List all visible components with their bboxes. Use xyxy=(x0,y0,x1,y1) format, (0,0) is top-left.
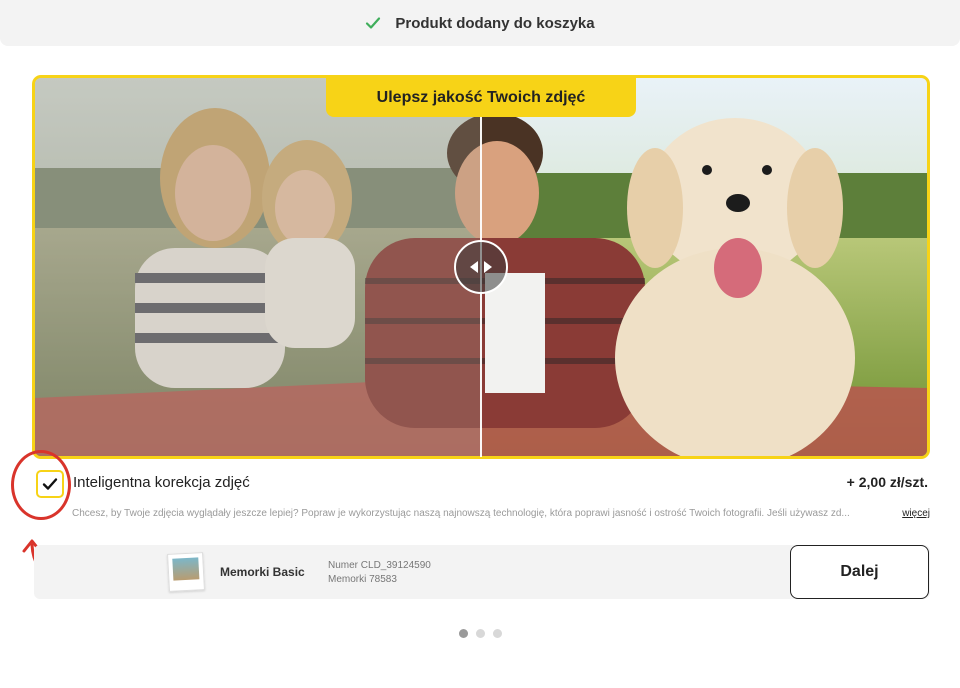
pagination-dot-3[interactable] xyxy=(493,629,502,638)
checkmark-icon xyxy=(42,478,58,490)
product-thumbnail xyxy=(167,552,205,592)
added-to-cart-message: Produkt dodany do koszyka xyxy=(395,14,595,32)
more-link[interactable]: więcej xyxy=(898,508,930,519)
photo-correction-price: + 2,00 zł/szt. xyxy=(846,474,928,490)
photo-correction-checkbox[interactable] xyxy=(36,470,64,498)
product-thumbnail-image xyxy=(172,557,200,581)
check-icon xyxy=(366,17,381,29)
added-to-cart-bar: Produkt dodany do koszyka xyxy=(0,0,960,46)
photo-correction-option: Inteligentna korekcja zdjęć + 2,00 zł/sz… xyxy=(36,468,930,498)
left-right-arrows-icon xyxy=(470,261,492,273)
page: Produkt dodany do koszyka Ulepsz jakość … xyxy=(0,0,960,688)
pagination-dots xyxy=(459,629,502,638)
photo-correction-description: Chcesz, by Twoje zdjęcia wyglądały jeszc… xyxy=(72,508,930,519)
product-name: Memorki Basic xyxy=(220,565,305,579)
next-button[interactable]: Dalej xyxy=(790,545,929,599)
description-text: Chcesz, by Twoje zdjęcia wyglądały jeszc… xyxy=(72,508,850,519)
pagination-dot-2[interactable] xyxy=(476,629,485,638)
photo-correction-label: Inteligentna korekcja zdjęć xyxy=(73,474,250,491)
product-order-number: Numer CLD_39124590 xyxy=(328,560,431,571)
product-variant: Memorki 78583 xyxy=(328,574,397,585)
comparison-slider-handle[interactable] xyxy=(454,240,508,294)
pagination-dot-1[interactable] xyxy=(459,629,468,638)
product-meta: Numer CLD_39124590 Memorki 78583 xyxy=(328,559,431,587)
upsell-banner-title: Ulepsz jakość Twoich zdjęć xyxy=(326,78,636,117)
